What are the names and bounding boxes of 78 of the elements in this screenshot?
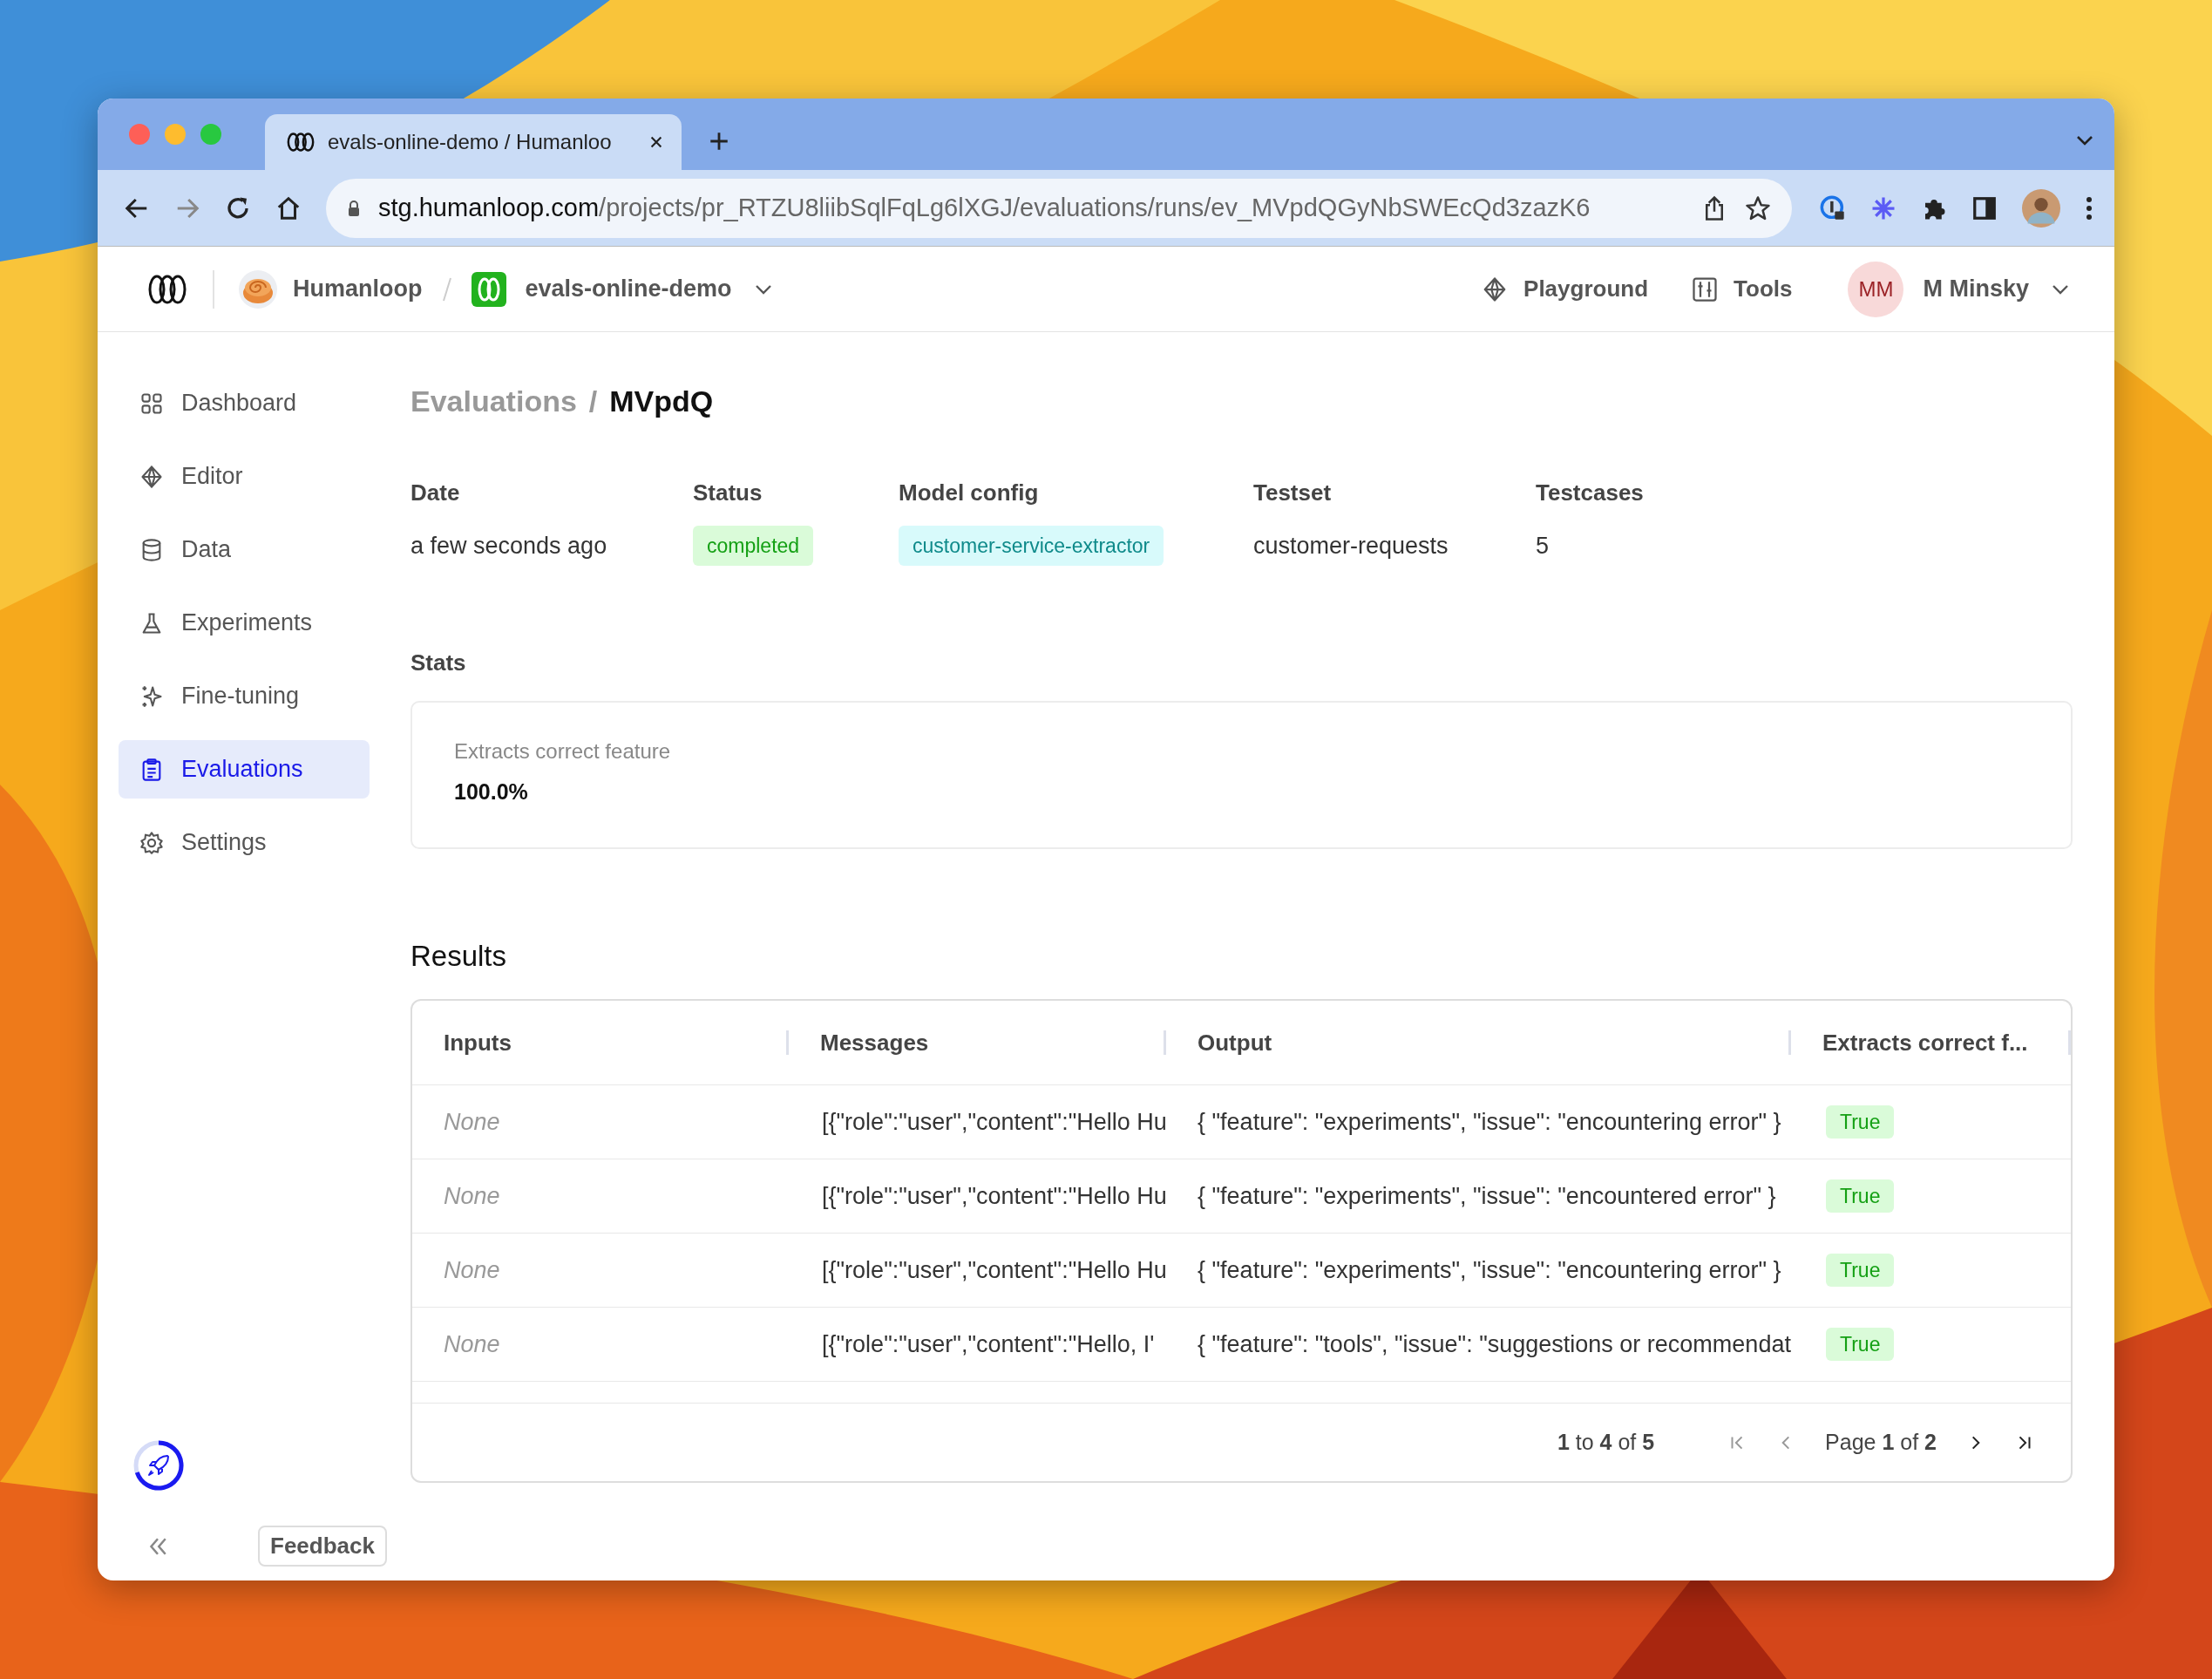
sidebar-icon[interactable] bbox=[1971, 194, 1998, 221]
gear-icon bbox=[139, 830, 164, 855]
sidebar-item[interactable]: Settings bbox=[119, 813, 370, 872]
sidebar-item[interactable]: Data bbox=[119, 520, 370, 579]
rocket-icon[interactable] bbox=[132, 1439, 185, 1492]
user-name[interactable]: M Minsky bbox=[1923, 275, 2029, 302]
project-icon bbox=[471, 271, 506, 307]
table-cell: { "feature": "experiments", "issue": "encountered error" } bbox=[1198, 1182, 1776, 1210]
browser-tab[interactable]: evals-online-demo / Humanloo bbox=[265, 114, 682, 170]
table-cell: [{"role":"user","content":"Hello, I' bbox=[822, 1330, 1155, 1358]
column-header[interactable]: Extracts correct f... bbox=[1822, 1029, 2028, 1057]
logo-icon bbox=[286, 132, 316, 153]
tab-title: evals-online-demo / Humanloo bbox=[328, 130, 613, 154]
org-name[interactable]: Humanloop bbox=[293, 275, 423, 302]
close-icon[interactable] bbox=[648, 134, 664, 150]
table-cell: None bbox=[444, 1256, 500, 1284]
sidebar-item[interactable]: Evaluations bbox=[119, 740, 370, 799]
lock-icon bbox=[347, 199, 361, 217]
star-icon[interactable] bbox=[1745, 194, 1771, 221]
result-badge: True bbox=[1826, 1105, 1895, 1139]
stat-label: Extracts correct feature bbox=[454, 739, 672, 764]
table-cell: None bbox=[444, 1108, 500, 1136]
column-header[interactable]: Inputs bbox=[444, 1029, 512, 1057]
table-cell: [{"role":"user","content":"Hello Hu bbox=[822, 1256, 1167, 1284]
field-value: customer-requests bbox=[1253, 532, 1449, 561]
field-label: Testcases bbox=[1536, 479, 1644, 506]
table-cell: [{"role":"user","content":"Hello Hu bbox=[822, 1108, 1167, 1136]
sidebar-item[interactable]: Dashboard bbox=[119, 374, 370, 432]
url-text: stg.humanloop.com/projects/pr_RTZU8liibSqlFqLg6lXGJ/evaluations/runs/ev_MVpdQGyNbSWEcQd3zazK6 bbox=[378, 194, 1591, 222]
result-badge: True bbox=[1826, 1328, 1895, 1361]
grid-icon bbox=[139, 391, 164, 416]
chevron-down-icon[interactable] bbox=[754, 283, 772, 295]
column-header[interactable]: Output bbox=[1198, 1029, 1272, 1057]
field-label: Testset bbox=[1253, 479, 1332, 506]
table-cell: { "feature": "experiments", "issue": "encountering error" } bbox=[1198, 1256, 1781, 1284]
page-title: MVpdQ bbox=[609, 384, 714, 418]
page-indicator: Page 1 of 2 bbox=[1825, 1430, 1937, 1455]
sidebar-item[interactable]: Experiments bbox=[119, 594, 370, 652]
table-cell: None bbox=[444, 1330, 500, 1358]
address-bar[interactable]: stg.humanloop.com/projects/pr_RTZU8liibSqlFqLg6lXGJ/evaluations/runs/ev_MVpdQGyNbSWEcQd3zazK6 bbox=[326, 178, 1792, 238]
section-title: Stats bbox=[411, 649, 467, 676]
nav-link[interactable]: Tools bbox=[1692, 275, 1793, 302]
bun-icon bbox=[239, 269, 277, 309]
slash-divider bbox=[441, 275, 452, 302]
home-icon[interactable] bbox=[275, 194, 302, 221]
section-title: Results bbox=[411, 940, 508, 973]
breadcrumb-separator: / bbox=[588, 384, 598, 418]
result-badge: True bbox=[1826, 1254, 1895, 1287]
field-label: Model config bbox=[899, 479, 1039, 506]
field-label: Status bbox=[693, 479, 763, 506]
feedback-button[interactable]: Feedback bbox=[258, 1526, 387, 1567]
user-avatar[interactable]: MM bbox=[1848, 261, 1904, 317]
logo-icon[interactable] bbox=[146, 273, 188, 305]
sidebar-item[interactable]: Fine-tuning bbox=[119, 667, 370, 725]
result-badge: True bbox=[1826, 1179, 1895, 1213]
chevron-down-icon[interactable] bbox=[2052, 283, 2069, 295]
nav-link[interactable]: Playground bbox=[1482, 275, 1649, 302]
table-cell: [{"role":"user","content":"Hello Hu bbox=[822, 1182, 1167, 1210]
table-cell: { "feature": "tools", "issue": "suggestions or recommendat bbox=[1198, 1330, 1791, 1358]
field-label: Date bbox=[411, 479, 460, 506]
sidebar-item[interactable]: Editor bbox=[119, 447, 370, 506]
project-name[interactable]: evals-online-demo bbox=[525, 275, 732, 302]
field-value: a few seconds ago bbox=[411, 532, 607, 561]
tools-icon bbox=[1692, 275, 1719, 302]
profile-avatar[interactable] bbox=[2022, 188, 2060, 228]
chevron-down-icon[interactable] bbox=[2076, 135, 2093, 146]
password-extension-icon[interactable] bbox=[1820, 194, 1846, 221]
table-cell: { "feature": "experiments", "issue": "encountering error" } bbox=[1198, 1108, 1781, 1136]
table-cell: None bbox=[444, 1182, 500, 1210]
field-value: 5 bbox=[1536, 532, 1550, 561]
column-header[interactable]: Messages bbox=[820, 1029, 929, 1057]
config-tag[interactable]: customer-service-extractor bbox=[899, 526, 1164, 566]
new-tab-icon[interactable] bbox=[708, 130, 730, 153]
more-icon[interactable] bbox=[2085, 194, 2093, 221]
diamond-icon bbox=[139, 464, 164, 489]
status-badge: completed bbox=[693, 526, 814, 566]
stat-value: 100.0% bbox=[454, 779, 529, 805]
row-range: 1 to 4 of 5 bbox=[1557, 1430, 1655, 1455]
